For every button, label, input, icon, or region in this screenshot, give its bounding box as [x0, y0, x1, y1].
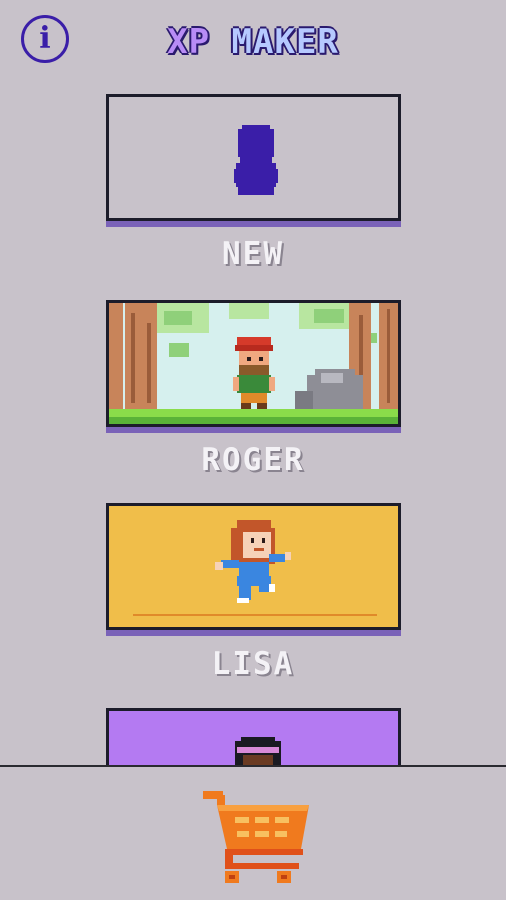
bottom-bar [0, 765, 506, 900]
roger-character-card[interactable] [106, 300, 401, 427]
roger-forest-scene [109, 303, 398, 424]
new-card-label: NEW [222, 236, 284, 272]
shopping-cart-icon [203, 791, 309, 883]
lisa-character [133, 520, 377, 616]
character-select-screen: i XP MAKER NEW ROGER LISA [0, 0, 506, 900]
new-character-card[interactable] [106, 94, 401, 221]
shop-cart-button[interactable] [203, 787, 313, 887]
app-title: XP MAKER [0, 22, 506, 62]
app-title-maker: MAKER [231, 22, 339, 62]
lisa-character-card[interactable] [106, 503, 401, 630]
app-title-xp: XP [167, 22, 211, 62]
lisa-card-label: LISA [211, 646, 295, 682]
character-silhouette-icon [234, 125, 278, 195]
roger-card-label: ROGER [201, 442, 305, 478]
